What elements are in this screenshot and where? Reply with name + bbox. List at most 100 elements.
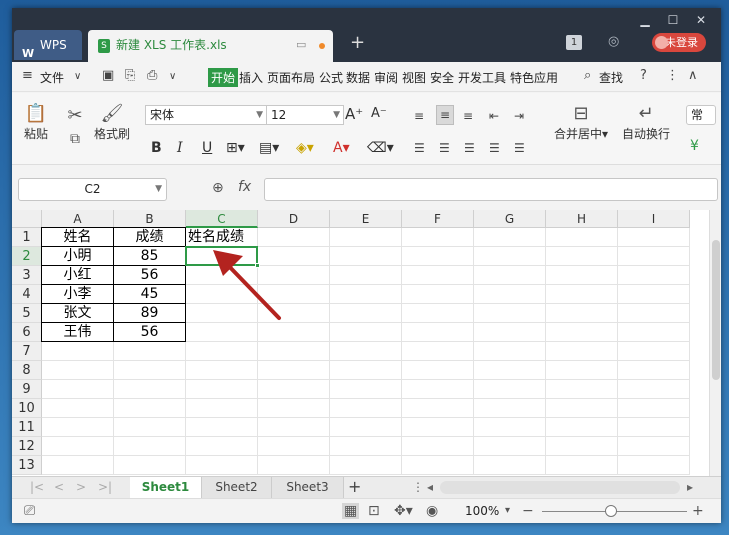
cell-E5[interactable] xyxy=(330,304,402,323)
cell-B10[interactable] xyxy=(114,399,186,418)
cell-H12[interactable] xyxy=(546,437,618,456)
cell-C9[interactable] xyxy=(186,380,258,399)
cell-A11[interactable] xyxy=(42,418,114,437)
zoom-slider-knob[interactable] xyxy=(605,505,617,517)
align-top-icon[interactable]: ≡ xyxy=(414,107,424,125)
cell-H13[interactable] xyxy=(546,456,618,475)
table-cell[interactable]: 姓名 xyxy=(41,227,114,247)
cell-F6[interactable] xyxy=(402,323,474,342)
window-count-badge[interactable]: 1 xyxy=(566,35,582,50)
cell-E2[interactable] xyxy=(330,247,402,266)
cell-G9[interactable] xyxy=(474,380,546,399)
name-box[interactable]: C2 ▼ xyxy=(18,178,167,201)
spreadsheet-grid[interactable]: A B C D E F G H I 1 2 3 4 5 6 7 8 9 10 11 12 13 姓名 成绩 小明 85 小红 56 小李… xyxy=(12,210,709,476)
distribute-icon[interactable]: ☰ xyxy=(514,139,525,157)
status-icon[interactable]: ⎚ xyxy=(24,503,35,519)
cell-G1[interactable] xyxy=(474,228,546,247)
cell-D9[interactable] xyxy=(258,380,330,399)
save-icon[interactable]: ▣ xyxy=(102,68,114,83)
column-header-H[interactable]: H xyxy=(546,210,618,228)
cell-I5[interactable] xyxy=(618,304,690,323)
sheet-tab-1[interactable]: Sheet1 xyxy=(130,477,202,499)
row-header-6[interactable]: 6 xyxy=(12,323,42,342)
cell-D7[interactable] xyxy=(258,342,330,361)
cell-H6[interactable] xyxy=(546,323,618,342)
table-cell[interactable]: 成绩 xyxy=(113,227,186,247)
row-header-9[interactable]: 9 xyxy=(12,380,42,399)
justify-icon[interactable]: ☰ xyxy=(489,139,500,157)
cell-A13[interactable] xyxy=(42,456,114,475)
menu-page-layout[interactable]: 页面布局 xyxy=(267,69,315,86)
menu-formula[interactable]: 公式 xyxy=(319,69,343,86)
cell-G2[interactable] xyxy=(474,247,546,266)
row-header-11[interactable]: 11 xyxy=(12,418,42,437)
cell-D11[interactable] xyxy=(258,418,330,437)
zoom-out-icon[interactable]: − xyxy=(522,503,534,519)
cell-G3[interactable] xyxy=(474,266,546,285)
cell-C10[interactable] xyxy=(186,399,258,418)
indent-increase-icon[interactable]: ⇥ xyxy=(514,107,524,125)
merge-center-button[interactable]: ⊟ 合并居中▾ xyxy=(550,103,612,142)
cell-C12[interactable] xyxy=(186,437,258,456)
table-cell[interactable]: 56 xyxy=(113,265,186,285)
menu-file[interactable]: 文件 xyxy=(40,69,64,86)
cell-F3[interactable] xyxy=(402,266,474,285)
underline-button[interactable]: U xyxy=(202,139,212,157)
help-icon[interactable]: ? xyxy=(640,68,647,83)
zoom-level[interactable]: 100% xyxy=(465,504,499,518)
cell-I10[interactable] xyxy=(618,399,690,418)
cell-G8[interactable] xyxy=(474,361,546,380)
formula-input[interactable] xyxy=(264,178,718,201)
table-cell[interactable]: 王伟 xyxy=(41,322,114,342)
cell-H4[interactable] xyxy=(546,285,618,304)
reading-view-icon[interactable]: ✥▾ xyxy=(394,503,413,519)
column-header-A[interactable]: A xyxy=(42,210,114,228)
cell-E7[interactable] xyxy=(330,342,402,361)
font-size-select[interactable]: 12 ▼ xyxy=(266,105,344,125)
paste-button[interactable]: 📋 粘贴 xyxy=(22,103,50,142)
row-header-7[interactable]: 7 xyxy=(12,342,42,361)
search-icon[interactable]: ⌕ xyxy=(584,68,591,83)
maximize-icon[interactable]: ☐ xyxy=(660,10,686,30)
table-cell[interactable]: 45 xyxy=(113,284,186,304)
table-cell[interactable]: 张文 xyxy=(41,303,114,323)
zoom-in-icon[interactable]: + xyxy=(692,503,704,519)
format-painter-button[interactable]: 🖌 格式刷 xyxy=(92,103,132,142)
cell-I3[interactable] xyxy=(618,266,690,285)
cell-A12[interactable] xyxy=(42,437,114,456)
cell-G7[interactable] xyxy=(474,342,546,361)
minimize-icon[interactable]: ▁ xyxy=(632,10,658,30)
close-icon[interactable]: ✕ xyxy=(688,10,714,30)
indent-decrease-icon[interactable]: ⇤ xyxy=(489,107,499,125)
collapse-ribbon-icon[interactable]: ∧ xyxy=(688,68,698,83)
cell-H8[interactable] xyxy=(546,361,618,380)
row-header-3[interactable]: 3 xyxy=(12,266,42,285)
italic-button[interactable]: I xyxy=(177,139,183,157)
cell-F4[interactable] xyxy=(402,285,474,304)
menu-data[interactable]: 数据 xyxy=(346,69,370,86)
cell-D13[interactable] xyxy=(258,456,330,475)
page-break-view-icon[interactable]: ⊡ xyxy=(368,503,380,519)
cell-F9[interactable] xyxy=(402,380,474,399)
cell-E8[interactable] xyxy=(330,361,402,380)
cell-A7[interactable] xyxy=(42,342,114,361)
wrap-text-button[interactable]: ↵ 自动换行 xyxy=(620,103,672,142)
font-name-select[interactable]: 宋体 ▼ xyxy=(145,105,267,125)
cell-H7[interactable] xyxy=(546,342,618,361)
more-icon[interactable]: ⋮ xyxy=(412,480,424,494)
menu-review[interactable]: 审阅 xyxy=(374,69,398,86)
prev-sheet-icon[interactable]: < xyxy=(54,480,64,494)
font-color-button[interactable]: A▾ xyxy=(333,139,350,157)
menu-home[interactable]: 开始 xyxy=(208,68,239,87)
cell-A8[interactable] xyxy=(42,361,114,380)
print-icon[interactable]: ⎙ xyxy=(147,68,157,83)
normal-view-icon[interactable]: ▦ xyxy=(342,503,360,519)
function-icon[interactable]: fx xyxy=(238,179,251,195)
cell-B13[interactable] xyxy=(114,456,186,475)
increase-font-icon[interactable]: A⁺ xyxy=(345,105,363,123)
column-header-D[interactable]: D xyxy=(258,210,330,228)
export-icon[interactable]: ⎘ xyxy=(125,68,135,83)
cell-E1[interactable] xyxy=(330,228,402,247)
row-header-5[interactable]: 5 xyxy=(12,304,42,323)
search-label[interactable]: 查找 xyxy=(599,69,623,86)
